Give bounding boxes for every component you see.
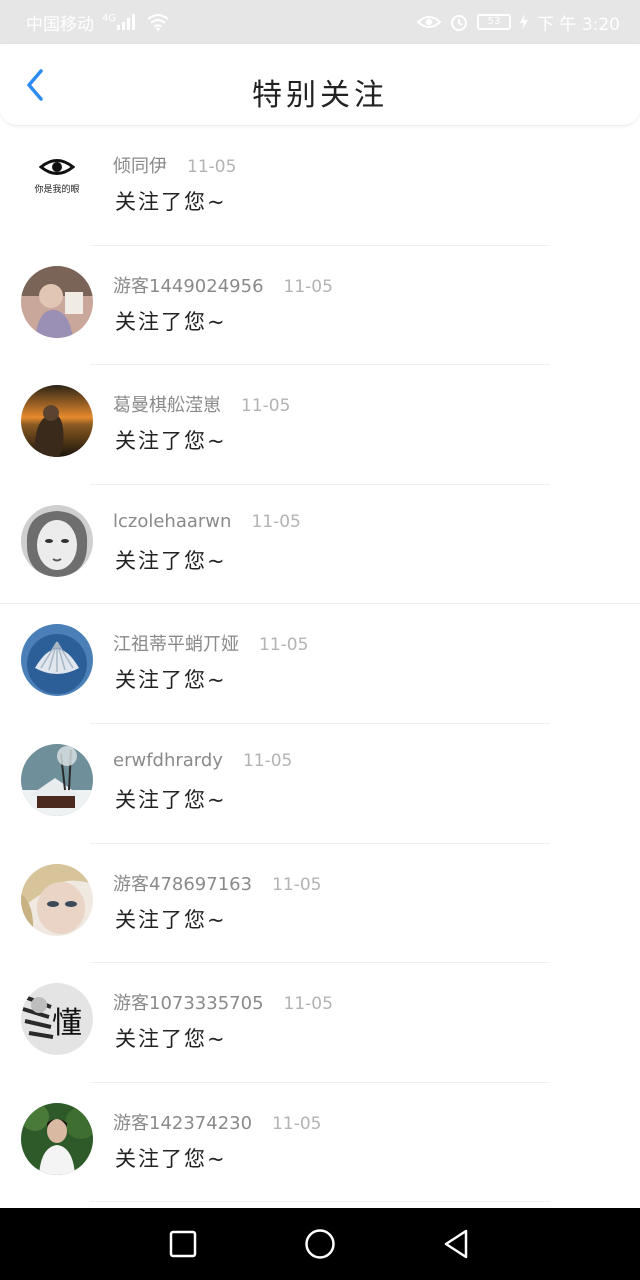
header: 特别关注 bbox=[0, 44, 640, 126]
list-item[interactable]: lczolehaarwn 11-05 关注了您~ bbox=[0, 485, 640, 605]
user-name[interactable]: 游客142374230 bbox=[113, 1113, 252, 1134]
list-item[interactable]: 懂 游客1073335705 11-05 关注了您~ bbox=[0, 963, 640, 1083]
follower-list: 你是我的眼 倾同伊 11-05 关注了您~ 游客1449024956 11-05 关… bbox=[0, 126, 640, 1203]
list-item[interactable]: 游客142374230 11-05 关注了您~ bbox=[0, 1083, 640, 1203]
list-item[interactable]: 葛曼棋舩滢崽 11-05 关注了您~ bbox=[0, 365, 640, 485]
follow-message: 关注了您~ bbox=[115, 429, 227, 454]
user-name[interactable]: erwfdhrardy bbox=[113, 750, 223, 771]
page-title: 特别关注 bbox=[252, 78, 388, 113]
name-line: 江祖蒂平蛸丌娅 11-05 bbox=[113, 630, 308, 656]
follow-date: 11-05 bbox=[242, 750, 293, 771]
follow-message: 关注了您~ bbox=[115, 1146, 227, 1171]
avatar[interactable]: 懂 bbox=[21, 983, 93, 1056]
follow-date: 11-05 bbox=[251, 511, 301, 532]
battery-icon: 53 bbox=[477, 14, 512, 30]
follow-date: 11-05 bbox=[272, 1113, 322, 1134]
list-item[interactable]: 游客478697163 11-05 关注了您~ bbox=[0, 844, 640, 964]
navigation-bar bbox=[0, 1208, 640, 1280]
follow-date: 11-05 bbox=[241, 396, 291, 417]
carrier-label: 中国移动 bbox=[26, 14, 94, 35]
follow-message: 关注了您~ bbox=[115, 787, 227, 812]
signal-icon: 4G bbox=[102, 13, 138, 31]
alarm-icon bbox=[449, 12, 469, 32]
list-item[interactable]: 江祖蒂平蛸丌娅 11-05 关注了您~ bbox=[0, 604, 640, 724]
avatar-character: 懂 bbox=[52, 1006, 82, 1041]
user-name[interactable]: 江祖蒂平蛸丌娅 bbox=[113, 634, 239, 655]
avatar[interactable] bbox=[21, 1102, 93, 1175]
avatar[interactable] bbox=[21, 504, 93, 577]
home-icon bbox=[305, 1229, 335, 1259]
eye-icon bbox=[417, 14, 442, 30]
user-name[interactable]: lczolehaarwn bbox=[113, 511, 231, 532]
divider bbox=[90, 1201, 550, 1203]
recent-apps-button[interactable] bbox=[163, 1226, 203, 1262]
avatar[interactable] bbox=[21, 624, 93, 697]
avatar[interactable] bbox=[21, 863, 93, 936]
user-name[interactable]: 游客1073335705 bbox=[113, 993, 264, 1014]
list-item[interactable]: 游客1449024956 11-05 关注了您~ bbox=[0, 246, 640, 366]
name-line: 葛曼棋舩滢崽 11-05 bbox=[113, 391, 290, 417]
name-line: 游客142374230 11-05 bbox=[113, 1109, 321, 1135]
avatar[interactable]: 你是我的眼 bbox=[21, 146, 93, 218]
logo-caption: 你是我的眼 bbox=[34, 185, 80, 195]
back-icon bbox=[444, 1229, 468, 1259]
follow-date: 11-05 bbox=[272, 874, 322, 895]
avatar[interactable] bbox=[21, 265, 93, 338]
wifi-icon bbox=[146, 13, 170, 31]
follow-date: 11-05 bbox=[187, 157, 237, 177]
list-item[interactable]: 你是我的眼 倾同伊 11-05 关注了您~ bbox=[0, 126, 640, 246]
name-line: 倾同伊 11-05 bbox=[113, 152, 236, 178]
clock: 下 午 3:20 bbox=[537, 14, 620, 35]
name-line: erwfdhrardy 11-05 bbox=[113, 750, 292, 771]
user-name[interactable]: 葛曼棋舩滢崽 bbox=[113, 395, 221, 416]
recent-apps-icon bbox=[169, 1230, 197, 1258]
name-line: 游客478697163 11-05 bbox=[113, 870, 321, 896]
status-right: 53 下 午 3:20 bbox=[417, 10, 620, 35]
user-name[interactable]: 游客478697163 bbox=[113, 874, 252, 895]
user-name[interactable]: 倾同伊 bbox=[113, 156, 167, 177]
network-type: 4G bbox=[102, 13, 117, 24]
follow-date: 11-05 bbox=[259, 635, 309, 656]
avatar[interactable] bbox=[21, 385, 93, 458]
follow-message: 关注了您~ bbox=[115, 190, 227, 214]
charging-icon bbox=[519, 14, 529, 30]
status-bar: 中国移动 4G 53 下 午 3:20 bbox=[0, 0, 640, 44]
list-item[interactable]: erwfdhrardy 11-05 关注了您~ bbox=[0, 724, 640, 844]
follow-message: 关注了您~ bbox=[115, 309, 227, 334]
name-line: lczolehaarwn 11-05 bbox=[113, 511, 301, 532]
user-name[interactable]: 游客1449024956 bbox=[113, 276, 264, 297]
follow-date: 11-05 bbox=[283, 994, 333, 1015]
eye-logo-icon bbox=[39, 159, 75, 175]
follow-message: 关注了您~ bbox=[115, 668, 227, 693]
home-button[interactable] bbox=[300, 1226, 340, 1262]
follow-date: 11-05 bbox=[283, 276, 333, 297]
back-nav-button[interactable] bbox=[436, 1226, 476, 1262]
follow-message: 关注了您~ bbox=[115, 548, 227, 573]
follow-message: 关注了您~ bbox=[115, 1027, 227, 1052]
name-line: 游客1449024956 11-05 bbox=[113, 272, 333, 298]
name-line: 游客1073335705 11-05 bbox=[113, 989, 333, 1015]
status-left: 中国移动 4G bbox=[26, 10, 170, 35]
follow-message: 关注了您~ bbox=[115, 907, 227, 932]
avatar[interactable] bbox=[21, 743, 93, 816]
